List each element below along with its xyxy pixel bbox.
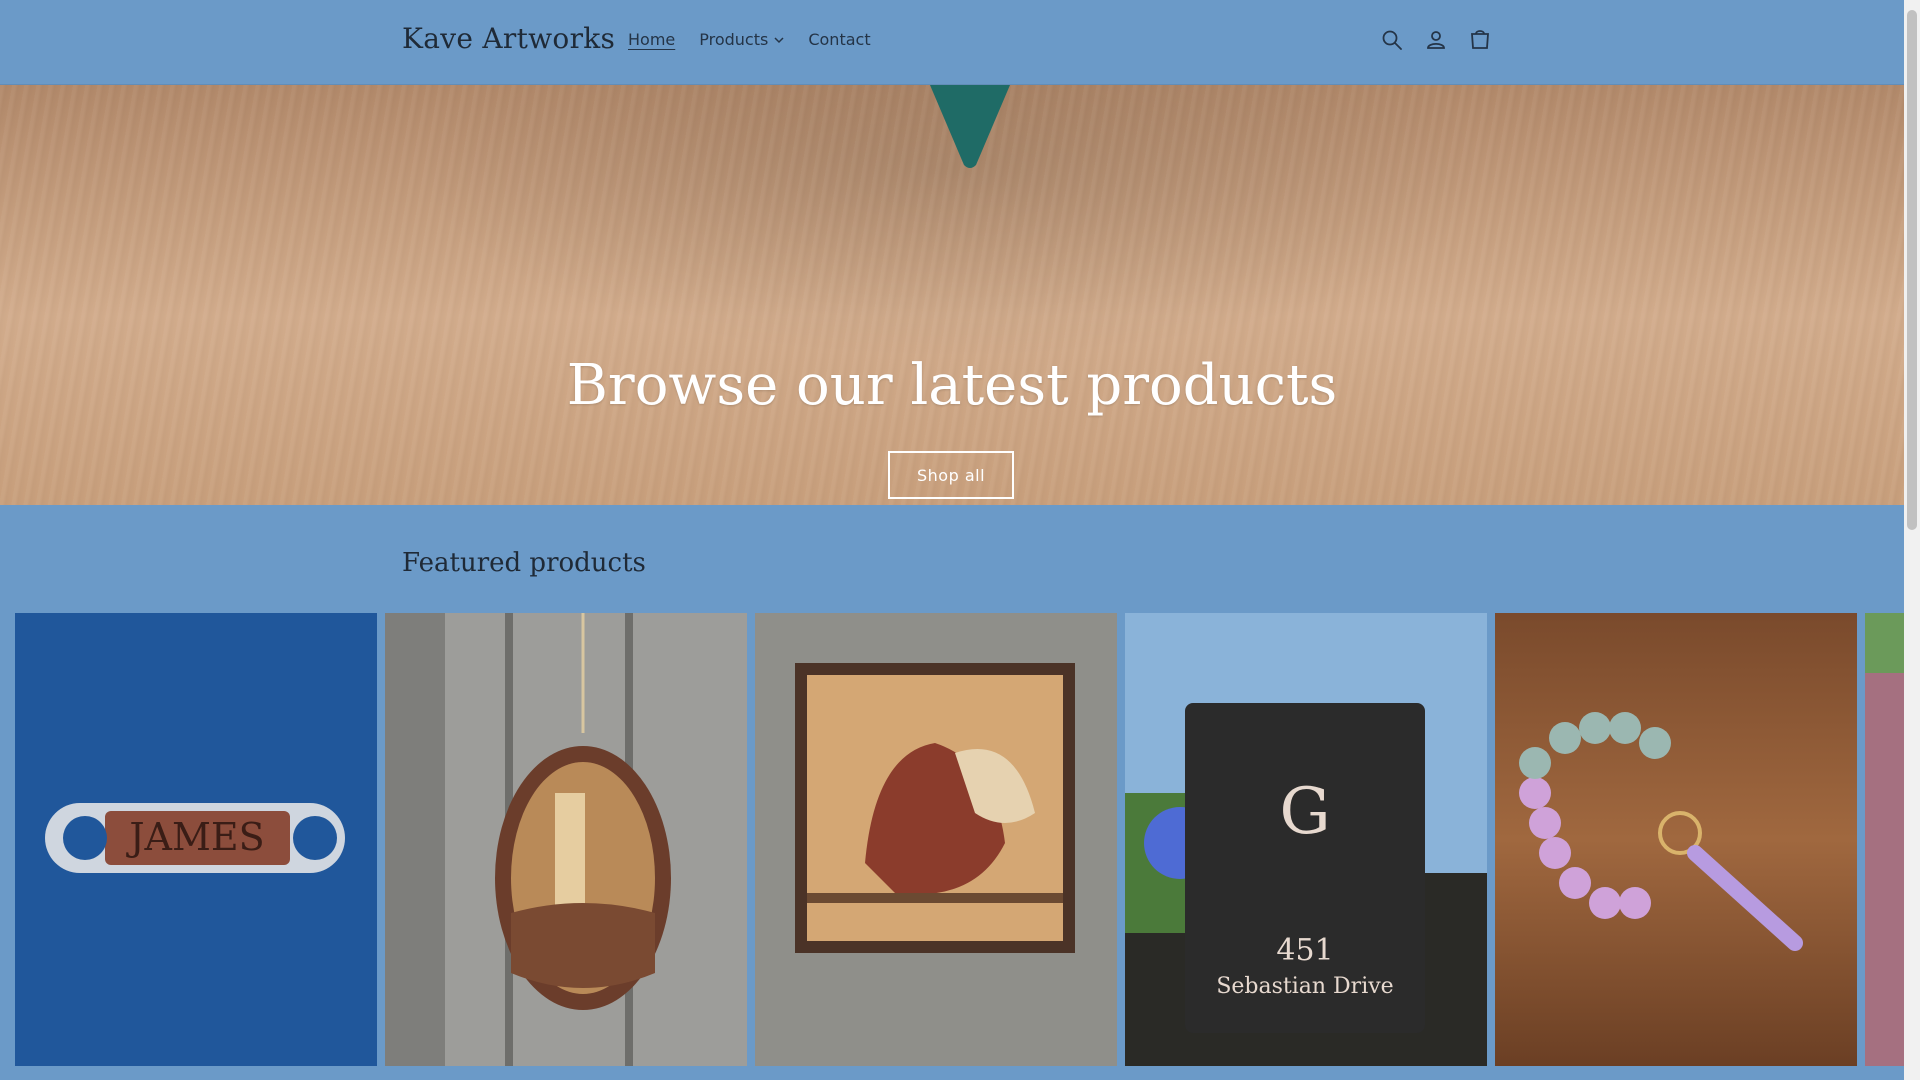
search-icon[interactable] — [1380, 28, 1404, 52]
account-icon[interactable] — [1424, 28, 1448, 52]
main-nav: Home Products Contact — [628, 30, 871, 49]
product-card-bottle-opener[interactable]: JAMES — [15, 613, 377, 1066]
product-card-lighthouse[interactable] — [385, 613, 747, 1066]
product-image-garden-flag: G 451 Sebastian Drive — [1125, 613, 1487, 1066]
shop-all-button[interactable]: Shop all — [888, 451, 1014, 499]
header-icons — [1380, 28, 1492, 52]
product-image-keychain — [1495, 613, 1857, 1066]
page-scrollbar[interactable] — [1904, 0, 1920, 1080]
scrollbar-thumb[interactable] — [1907, 10, 1917, 530]
product-card-rooster[interactable] — [755, 613, 1117, 1066]
nav-contact[interactable]: Contact — [808, 30, 870, 49]
laser-nozzle-image — [930, 85, 1010, 168]
nav-contact-label: Contact — [808, 30, 871, 49]
featured-products-carousel: JAMES G 451 Sebastian Drive — [15, 613, 1904, 1066]
nav-home[interactable]: Home — [628, 30, 675, 49]
nav-products[interactable]: Products — [699, 30, 784, 49]
product-image-partial — [1865, 613, 1904, 1066]
product-card-garden-flag[interactable]: G 451 Sebastian Drive — [1125, 613, 1487, 1066]
hero-banner: Browse our latest products Shop all — [0, 85, 1904, 505]
nav-home-label: Home — [628, 30, 676, 49]
nav-products-label: Products — [699, 30, 769, 49]
featured-products-title: Featured products — [402, 548, 646, 578]
cart-icon[interactable] — [1468, 28, 1492, 52]
product-card-keychain[interactable] — [1495, 613, 1857, 1066]
product-engraving-james: JAMES — [125, 815, 264, 859]
flag-initial: G — [1279, 775, 1330, 849]
product-image-rooster — [755, 613, 1117, 1066]
product-image-bottle-opener: JAMES — [15, 613, 377, 1066]
site-header: Kave Artworks Home Products Contact — [0, 0, 1904, 85]
hero-title: Browse our latest products — [566, 353, 1338, 418]
brand-logo[interactable]: Kave Artworks — [402, 22, 615, 55]
chevron-down-icon — [774, 36, 784, 43]
flag-street: Sebastian Drive — [1216, 974, 1393, 999]
product-image-lighthouse — [385, 613, 747, 1066]
flag-number: 451 — [1276, 933, 1333, 968]
product-card-partial[interactable] — [1865, 613, 1904, 1066]
